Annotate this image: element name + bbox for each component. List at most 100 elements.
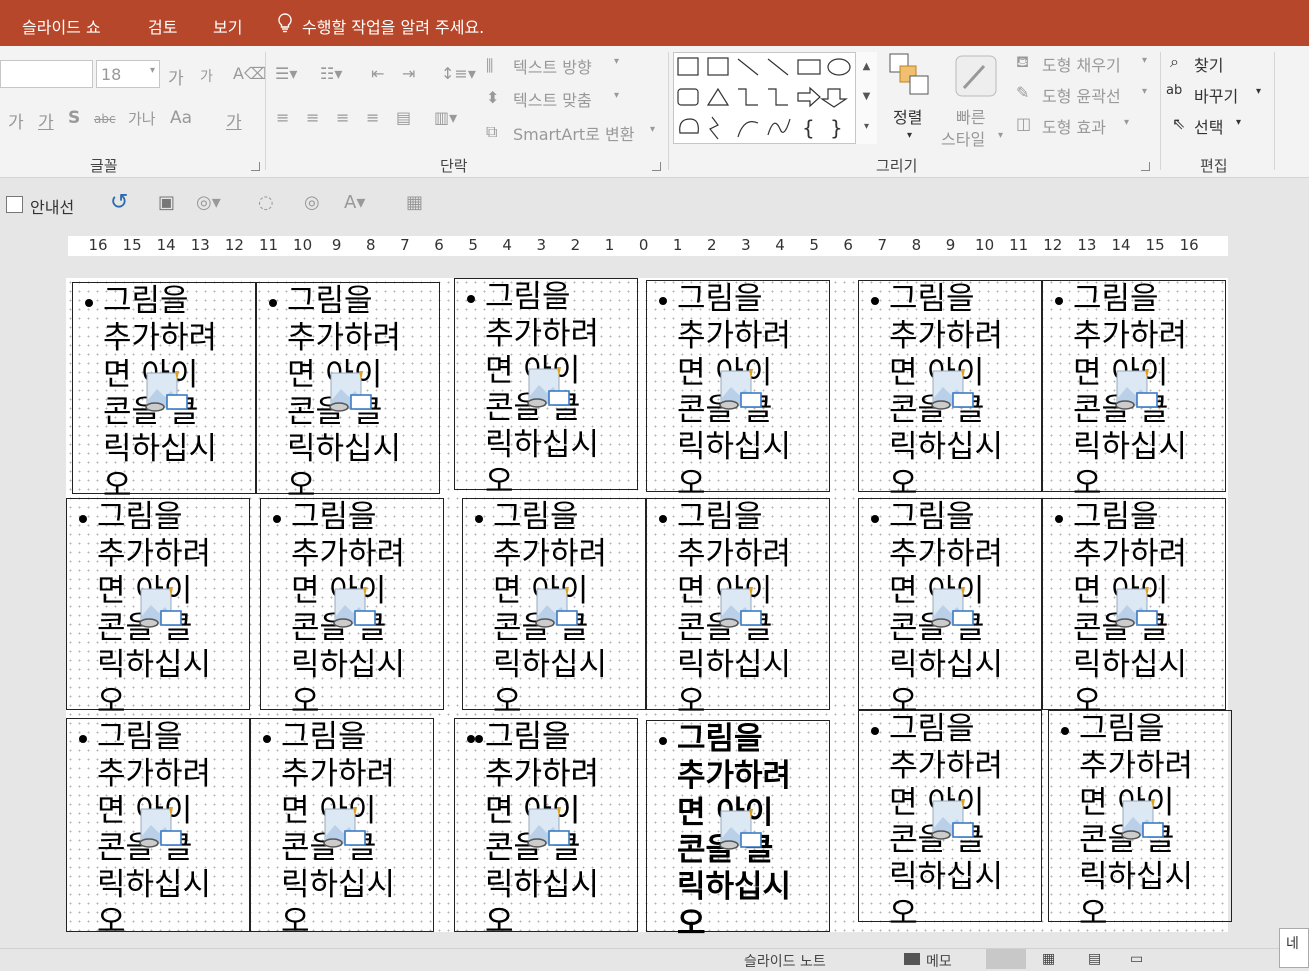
shape-fill-button[interactable]: 도형 채우기 — [1042, 52, 1121, 76]
picture-placeholder[interactable]: 그림을추가하려면 아이콘을 클릭하십시오 — [462, 498, 646, 720]
change-case-button[interactable]: Aa — [170, 108, 192, 128]
font-color-button[interactable]: 가 — [226, 108, 242, 133]
picture-placeholder[interactable]: 그림을추가하려면 아이콘을 클릭하십시오 — [66, 498, 250, 720]
bold-button[interactable]: 가 — [8, 108, 24, 133]
insert-picture-icon[interactable] — [1119, 795, 1173, 845]
picture-placeholder[interactable]: 그림을추가하려면 아이콘을 클릭하십시오 — [1042, 280, 1226, 502]
refresh-icon[interactable]: ↺ — [110, 190, 128, 215]
slide-sorter-icon[interactable]: ▦ — [1042, 951, 1055, 967]
guides-checkbox[interactable] — [6, 196, 23, 213]
picture-placeholder[interactable]: 그림을추가하려면 아이콘을 클릭하십시오 — [858, 710, 1042, 932]
notes-button[interactable]: 슬라이드 노트 — [744, 951, 826, 971]
insert-picture-icon[interactable] — [525, 803, 579, 853]
columns-button[interactable]: ▥▾ — [434, 108, 457, 127]
shape-outline-button[interactable]: 도형 윤곽선 — [1042, 83, 1121, 107]
shape-intersect-icon[interactable]: ◎ — [304, 192, 320, 213]
shapes-gallery[interactable]: {} — [673, 52, 877, 144]
chevron-down-icon[interactable]: ▼ — [856, 82, 877, 112]
grow-font-button[interactable]: 가 — [168, 64, 184, 89]
distribute-button[interactable]: ▤ — [396, 108, 411, 127]
shapes-gallery-scroll[interactable]: ▲ ▼ ▾ — [855, 52, 877, 144]
arrange-button[interactable]: 정렬 — [893, 104, 922, 128]
normal-view-button[interactable] — [986, 949, 1026, 969]
justify-button[interactable]: ≡ — [366, 108, 379, 127]
font-dialog-launcher[interactable] — [251, 162, 260, 171]
picture-placeholder[interactable]: 그림을추가하려면 아이콘을 클릭하십시오 — [858, 498, 1042, 720]
picture-placeholder[interactable]: 그림을추가하려면 아이콘을 클릭하십시오 — [250, 718, 434, 940]
placeholder-text-line: 그림을 — [97, 719, 183, 755]
shrink-font-button[interactable]: 가 — [200, 66, 213, 86]
insert-picture-icon[interactable] — [321, 803, 375, 853]
tab-slideshow[interactable]: 슬라이드 쇼 — [22, 14, 101, 38]
text-effect-icon[interactable]: A▾ — [344, 192, 365, 213]
italic-button[interactable]: 가 — [38, 108, 54, 133]
more-icon[interactable]: ▾ — [856, 112, 877, 142]
insert-picture-icon[interactable] — [137, 583, 191, 633]
line-spacing-button[interactable]: ↕≡▾ — [441, 64, 476, 83]
numbering-button[interactable]: ☷▾ — [320, 64, 342, 83]
picture-placeholder[interactable]: 그림을추가하려면 아이콘을 클릭하십시오 — [72, 282, 256, 504]
picture-placeholder[interactable]: 그림을추가하려면 아이콘을 클릭하십시오 — [858, 280, 1042, 502]
clear-format-icon[interactable]: A⌫ — [233, 64, 267, 83]
comments-button[interactable]: 메모 — [926, 951, 952, 971]
convert-smartart-button[interactable]: SmartArt로 변환 — [513, 121, 634, 145]
decrease-indent-button[interactable]: ⇤ — [371, 64, 384, 83]
text-direction-button[interactable]: 텍스트 방향 — [513, 54, 592, 78]
replace-button[interactable]: 바꾸기 — [1194, 83, 1238, 107]
picture-placeholder[interactable]: 그림을추가하려면 아이콘을 클릭하십시오 — [1042, 498, 1226, 720]
shape-union-icon[interactable]: ◌ — [258, 192, 274, 213]
insert-picture-icon[interactable] — [929, 795, 983, 845]
insert-picture-icon[interactable] — [717, 805, 771, 855]
picture-placeholder[interactable]: 그림을추가하려면 아이콘을 클릭하십시오 — [646, 280, 830, 502]
slide-canvas: 그림을추가하려면 아이콘을 클릭하십시오그림을추가하려면 아이콘을 클릭하십시오… — [66, 278, 1232, 942]
picture-placeholder[interactable]: 그림을추가하려면 아이콘을 클릭하십시오 — [66, 718, 250, 940]
insert-picture-icon[interactable] — [331, 583, 385, 633]
increase-indent-button[interactable]: ⇥ — [402, 64, 415, 83]
paragraph-dialog-launcher[interactable] — [652, 162, 661, 171]
tell-me-box[interactable]: 수행할 작업을 알려 주세요. — [302, 14, 484, 38]
insert-picture-icon[interactable] — [143, 367, 197, 417]
insert-picture-icon[interactable] — [327, 367, 381, 417]
align-left-button[interactable]: ≡ — [276, 108, 289, 127]
drawing-dialog-launcher[interactable] — [1141, 162, 1150, 171]
font-name-combo[interactable] — [0, 60, 93, 88]
picture-placeholder[interactable]: 그림을추가하려면 아이콘을 클릭하십시오 — [646, 498, 830, 720]
align-center-button[interactable]: ≡ — [306, 108, 319, 127]
picture-placeholder[interactable]: 그림을추가하려면 아이콘을 클릭하십시오그림을추가하려면 아이콘을 클릭하십시오 — [454, 718, 638, 940]
slideshow-icon[interactable]: ▭ — [1130, 951, 1143, 967]
char-spacing-button[interactable]: 가나 — [128, 108, 156, 129]
quick-styles-button[interactable]: 빠른 — [956, 104, 985, 128]
insert-picture-icon[interactable] — [929, 365, 983, 415]
chevron-up-icon[interactable]: ▲ — [856, 52, 877, 82]
align-right-button[interactable]: ≡ — [336, 108, 349, 127]
shadow-button[interactable]: S — [68, 108, 80, 128]
clipboard-icon[interactable]: ▦ — [406, 192, 423, 213]
insert-picture-icon[interactable] — [717, 583, 771, 633]
insert-picture-icon[interactable] — [533, 583, 587, 633]
presenter-icon[interactable]: ▣ — [158, 192, 175, 213]
picture-placeholder[interactable]: 그림을추가하려면 아이콘을 클릭하십시오 — [1048, 710, 1232, 932]
picture-placeholder[interactable]: 그림을추가하려면 아이콘을 클릭하십시오 — [256, 282, 440, 504]
strikethrough-button[interactable]: abc — [94, 112, 116, 126]
shape-effects-button[interactable]: 도형 효과 — [1042, 114, 1106, 138]
insert-picture-icon[interactable] — [1113, 583, 1167, 633]
placeholder-text-line: 릭하십시 — [677, 869, 792, 905]
insert-picture-icon[interactable] — [929, 583, 983, 633]
picture-placeholder[interactable]: 그림을추가하려면 아이콘을 클릭하십시오 — [646, 720, 830, 942]
find-button[interactable]: 찾기 — [1194, 52, 1223, 76]
font-size-combo[interactable]: 18 ▾ — [96, 60, 160, 88]
insert-picture-icon[interactable] — [137, 803, 191, 853]
align-text-button[interactable]: 텍스트 맞춤 — [513, 87, 592, 111]
picture-placeholder[interactable]: 그림을추가하려면 아이콘을 클릭하십시오 — [260, 498, 444, 720]
select-button[interactable]: 선택 — [1194, 114, 1223, 138]
reading-view-icon[interactable]: ▤ — [1088, 951, 1101, 967]
insert-picture-icon[interactable] — [525, 363, 579, 413]
picture-placeholder[interactable]: 그림을추가하려면 아이콘을 클릭하십시오 — [454, 278, 638, 500]
tab-review[interactable]: 검토 — [148, 14, 177, 38]
insert-picture-icon[interactable] — [717, 365, 771, 415]
shape-combine-icon[interactable]: ◎▾ — [196, 192, 221, 213]
insert-picture-icon[interactable] — [1113, 365, 1167, 415]
tab-view[interactable]: 보기 — [213, 14, 242, 38]
horizontal-scrollbar[interactable] — [0, 934, 1309, 948]
bullets-button[interactable]: ☰▾ — [275, 64, 297, 83]
